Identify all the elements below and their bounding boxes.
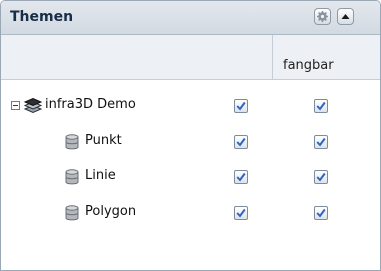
database-icon <box>65 134 79 150</box>
visibility-checkbox[interactable] <box>234 135 248 149</box>
tree-row-child[interactable]: Polygon <box>1 198 380 228</box>
column-divider[interactable] <box>272 35 273 79</box>
collapse-toggle[interactable] <box>11 101 20 110</box>
visibility-checkbox[interactable] <box>234 170 248 184</box>
layer-tree-panel: Themen fangbar infra3D Demo Punkt Linie … <box>0 0 381 271</box>
gear-button[interactable] <box>314 8 331 25</box>
collapse-up-icon <box>341 14 350 19</box>
database-icon <box>65 169 79 185</box>
snappable-checkbox[interactable] <box>314 170 328 184</box>
snappable-checkbox[interactable] <box>314 135 328 149</box>
column-header-fangbar[interactable]: fangbar <box>283 58 334 73</box>
tree-row-child[interactable]: Punkt <box>1 127 380 157</box>
tree-node-label[interactable]: Punkt <box>85 133 122 148</box>
checkmark-icon <box>236 208 246 218</box>
panel-header: Themen <box>1 1 380 35</box>
tree-node-label[interactable]: infra3D Demo <box>45 97 136 112</box>
tree-node-label[interactable]: Polygon <box>85 204 136 219</box>
gear-icon <box>317 11 328 22</box>
checkmark-icon <box>316 137 326 147</box>
checkmark-icon <box>236 172 246 182</box>
visibility-checkbox[interactable] <box>234 206 248 220</box>
database-icon <box>65 205 79 221</box>
checkmark-icon <box>316 101 326 111</box>
tree-row-root[interactable]: infra3D Demo <box>1 91 380 121</box>
tree-node-label[interactable]: Linie <box>85 168 116 183</box>
snappable-checkbox[interactable] <box>314 99 328 113</box>
tree-row-child[interactable]: Linie <box>1 162 380 192</box>
checkmark-icon <box>236 137 246 147</box>
snappable-checkbox[interactable] <box>314 206 328 220</box>
checkmark-icon <box>316 208 326 218</box>
collapse-button[interactable] <box>337 8 354 25</box>
column-header: fangbar <box>1 35 380 80</box>
checkmark-icon <box>316 172 326 182</box>
checkmark-icon <box>236 101 246 111</box>
layers-icon <box>23 97 43 114</box>
panel-title: Themen <box>10 9 74 25</box>
visibility-checkbox[interactable] <box>234 99 248 113</box>
